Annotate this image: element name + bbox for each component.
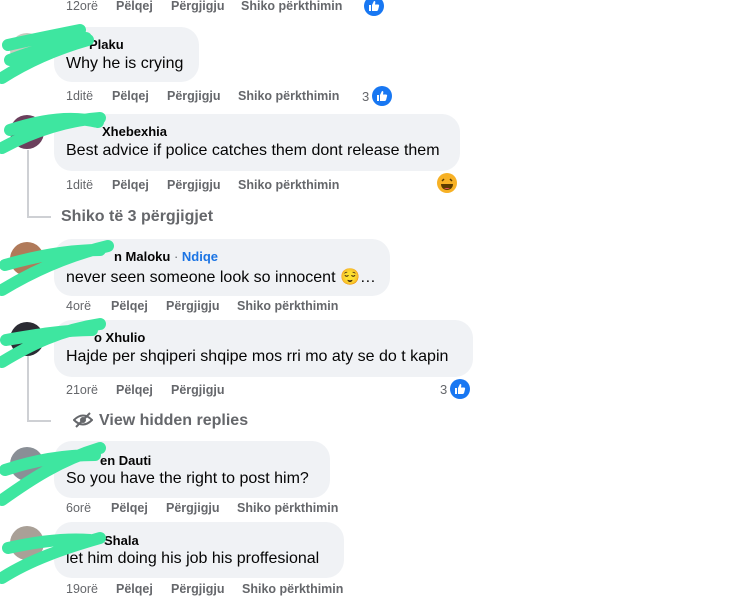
- like-button[interactable]: Pëlqej: [116, 0, 153, 13]
- timestamp: 1ditë: [66, 89, 94, 103]
- avatar[interactable]: [10, 242, 44, 276]
- reply-button[interactable]: Përgjigju: [171, 582, 224, 596]
- comment-bubble: Plaku Why he is crying: [54, 27, 199, 82]
- see-translation-button[interactable]: Shiko përkthimin: [238, 89, 339, 103]
- avatar[interactable]: [10, 33, 44, 67]
- comment-text: Why he is crying: [66, 55, 184, 72]
- reply-button[interactable]: Përgjigju: [167, 178, 220, 192]
- separator-dot: ·: [170, 249, 182, 264]
- thread-line: [27, 420, 51, 422]
- like-button[interactable]: Pëlqej: [112, 178, 149, 192]
- comment-author[interactable]: Plaku: [89, 37, 124, 52]
- view-replies-link[interactable]: Shiko të 3 përgjigjet: [61, 208, 213, 226]
- like-button[interactable]: Pëlqej: [116, 383, 153, 397]
- avatar[interactable]: [10, 447, 44, 481]
- comment-author[interactable]: Shala: [104, 533, 139, 548]
- comment-text: never seen someone look so innocent: [66, 269, 336, 286]
- timestamp: 19orë: [66, 582, 98, 596]
- reply-button[interactable]: Përgjigju: [166, 501, 219, 515]
- comment-author[interactable]: o Xhulio: [94, 330, 145, 345]
- timestamp: 4orë: [66, 299, 92, 313]
- view-hidden-replies-link[interactable]: View hidden replies: [99, 412, 248, 430]
- like-reaction-icon[interactable]: [372, 86, 392, 106]
- avatar[interactable]: [10, 526, 44, 560]
- thumbs-up-icon: [455, 384, 466, 394]
- thread-line: [27, 356, 29, 422]
- comment-author[interactable]: en Dauti: [100, 453, 151, 468]
- timestamp: 12orë: [66, 0, 98, 13]
- avatar[interactable]: [10, 115, 44, 149]
- timestamp: 6orë: [66, 501, 92, 515]
- thumbs-up-icon: [377, 91, 388, 101]
- timestamp: 21orë: [66, 383, 98, 397]
- like-button[interactable]: Pëlqej: [112, 89, 149, 103]
- like-button[interactable]: Pëlqej: [116, 582, 153, 596]
- like-reaction-icon[interactable]: [364, 0, 384, 16]
- comment-bubble: n Maloku · Ndiqe never seen someone look…: [54, 239, 390, 296]
- timestamp: 1ditë: [66, 178, 94, 192]
- avatar[interactable]: [10, 322, 44, 356]
- comment-text: let him doing his job his proffesional: [66, 550, 320, 567]
- relieved-emoji-icon: 😌: [339, 269, 360, 286]
- comment-text: Best advice if police catches them dont …: [66, 142, 440, 159]
- comment-text-row: never seen someone look so innocent 😌…: [66, 269, 376, 286]
- see-translation-button[interactable]: Shiko përkthimin: [241, 0, 342, 13]
- follow-button[interactable]: Ndiqe: [182, 249, 218, 264]
- comment-text: So you have the right to post him?: [66, 470, 309, 487]
- like-count: 3: [362, 89, 370, 104]
- like-reaction-icon[interactable]: [450, 379, 470, 399]
- reply-button[interactable]: Përgjigju: [166, 299, 219, 313]
- thumbs-up-icon: [369, 1, 380, 11]
- comment-author[interactable]: Xhebexhia: [102, 124, 167, 139]
- like-button[interactable]: Pëlqej: [111, 501, 148, 515]
- comment-bubble: en Dauti So you have the right to post h…: [54, 441, 330, 498]
- like-count: 3: [440, 382, 448, 397]
- like-button[interactable]: Pëlqej: [111, 299, 148, 313]
- haha-reaction-icon[interactable]: [436, 172, 458, 194]
- reply-button[interactable]: Përgjigju: [171, 0, 224, 13]
- thread-line: [27, 216, 51, 218]
- comment-author-row: n Maloku · Ndiqe: [114, 249, 218, 264]
- see-translation-button[interactable]: Shiko përkthimin: [237, 501, 338, 515]
- thread-line: [27, 150, 29, 218]
- see-translation-button[interactable]: Shiko përkthimin: [238, 178, 339, 192]
- comment-author[interactable]: n Maloku: [114, 249, 170, 264]
- reply-button[interactable]: Përgjigju: [171, 383, 224, 397]
- hidden-eye-icon: [72, 411, 94, 429]
- comment-text: Hajde per shqiperi shqipe mos rri mo aty…: [66, 348, 449, 365]
- comment-bubble: o Xhulio Hajde per shqiperi shqipe mos r…: [54, 320, 473, 377]
- reply-button[interactable]: Përgjigju: [167, 89, 220, 103]
- see-translation-button[interactable]: Shiko përkthimin: [237, 299, 338, 313]
- see-translation-button[interactable]: Shiko përkthimin: [242, 582, 343, 596]
- comment-bubble: Shala let him doing his job his proffesi…: [54, 522, 344, 578]
- comment-bubble: Xhebexhia Best advice if police catches …: [54, 114, 460, 171]
